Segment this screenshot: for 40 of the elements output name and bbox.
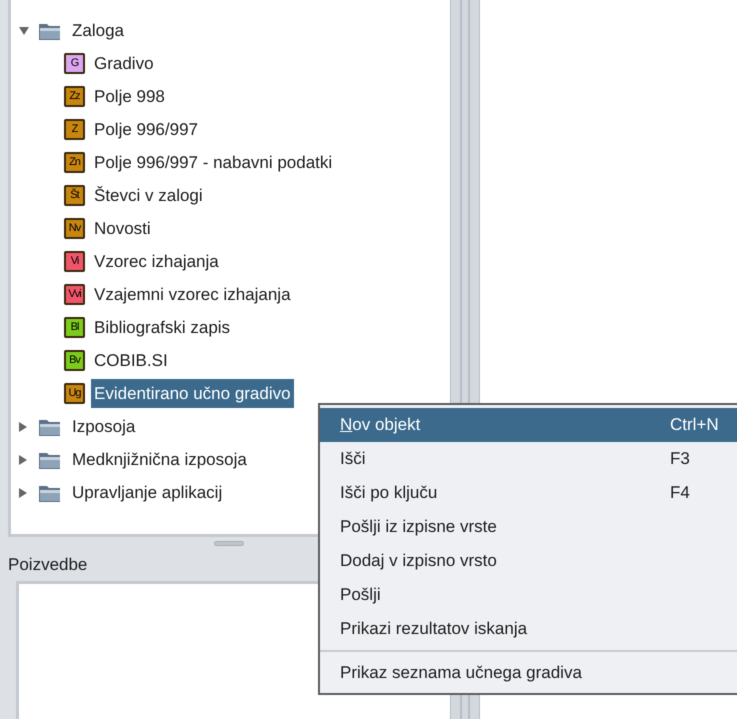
tree-item[interactable]: Gradivo <box>91 48 157 78</box>
tree-item[interactable]: Zaloga <box>69 16 127 46</box>
tree-item[interactable]: Polje 996/997 - nabavni podatki <box>91 148 336 178</box>
expand-arrow-icon[interactable] <box>18 486 28 498</box>
badge-icon: G <box>64 53 85 74</box>
menu-item[interactable]: Nov objekt Ctrl+N <box>320 408 737 442</box>
menu-item[interactable]: Prikaz seznama učnega gradiva <box>320 656 737 690</box>
badge-icon: Vi <box>64 251 85 272</box>
menu-item[interactable]: Pošlji iz izpisne vrste <box>320 510 737 544</box>
tree-item[interactable]: Polje 996/997 <box>91 114 201 144</box>
tree-item[interactable]: Izposoja <box>69 412 138 442</box>
tree-item[interactable]: Novosti <box>91 214 154 244</box>
menu-item[interactable]: Išči po ključu F4 <box>320 476 737 510</box>
tree-item[interactable]: Polje 998 <box>91 82 168 112</box>
splitter-handle[interactable] <box>214 540 244 546</box>
badge-icon: Ug <box>64 383 85 404</box>
tree-item[interactable]: Bibliografski zapis <box>91 312 234 342</box>
badge-icon: Št <box>64 185 85 206</box>
tree-item[interactable]: Evidentirano učno gradivo <box>91 378 294 408</box>
collapse-arrow-icon[interactable] <box>18 26 30 36</box>
tree-item[interactable]: Upravljanje aplikacij <box>69 478 226 508</box>
menu-item[interactable]: Prikazi rezultatov iskanja <box>320 612 737 646</box>
panel-title: Poizvedbe <box>8 554 88 576</box>
tree-item[interactable]: Vzorec izhajanja <box>91 246 222 276</box>
expand-arrow-icon[interactable] <box>18 454 28 466</box>
badge-icon: Bv <box>64 350 85 371</box>
menu-item[interactable]: Išči F3 <box>320 442 737 476</box>
tree-item[interactable]: Medknjižnična izposoja <box>69 444 250 474</box>
menu-item[interactable]: Pošlji <box>320 578 737 612</box>
badge-icon: Bl <box>64 317 85 338</box>
badge-icon: Nv <box>64 218 85 239</box>
tree-item[interactable]: Števci v zalogi <box>91 180 206 210</box>
badge-icon: Vvi <box>64 284 85 305</box>
badge-icon: Zz <box>64 86 85 107</box>
menu-item[interactable]: Dodaj v izpisno vrsto <box>320 544 737 578</box>
badge-icon: Z <box>64 119 85 140</box>
tree-item[interactable]: COBIB.SI <box>91 346 171 376</box>
badge-icon: Zn <box>64 152 85 173</box>
tree-item[interactable]: Vzajemni vzorec izhajanja <box>91 280 294 310</box>
expand-arrow-icon[interactable] <box>18 420 28 432</box>
